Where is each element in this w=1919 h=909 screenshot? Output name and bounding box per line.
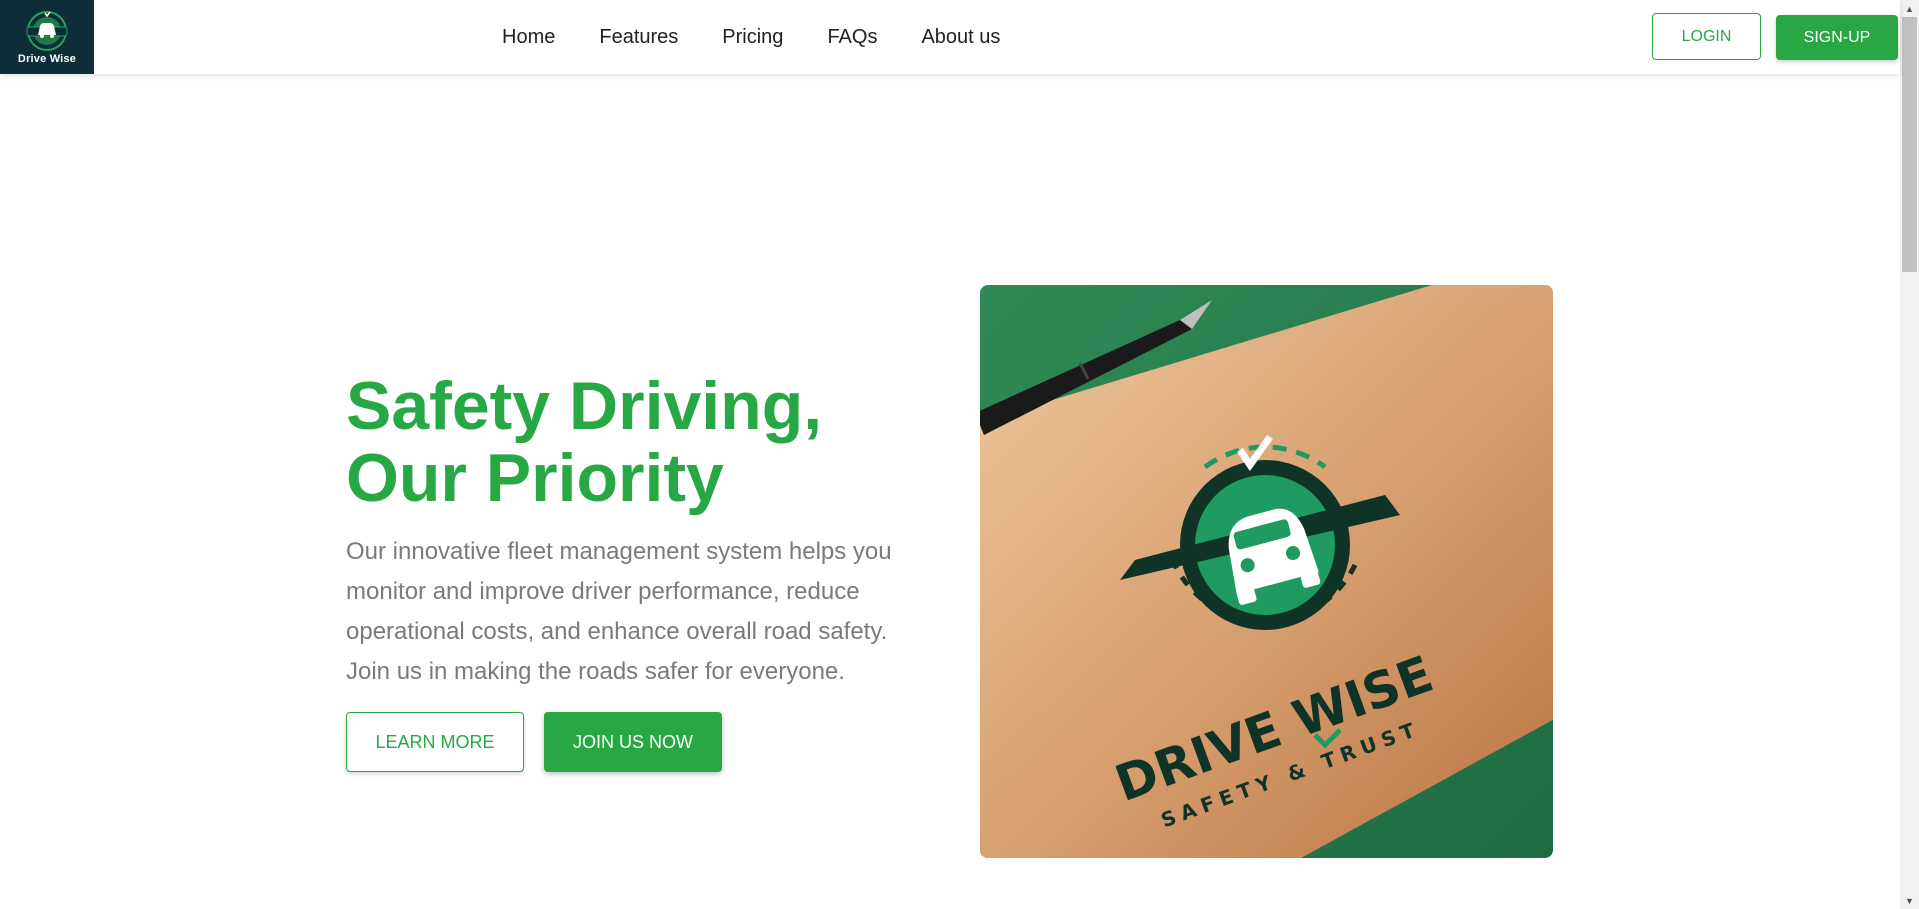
learn-more-button[interactable]: LEARN MORE: [346, 712, 524, 772]
nav-faqs[interactable]: FAQs: [827, 26, 877, 49]
nav-features[interactable]: Features: [599, 26, 678, 49]
login-button[interactable]: LOGIN: [1652, 13, 1761, 60]
brand-logo[interactable]: Drive Wise: [0, 0, 94, 74]
arrow-down-icon[interactable]: ▼: [1900, 892, 1919, 909]
nav-pricing[interactable]: Pricing: [722, 26, 783, 49]
hero-title-line-2: Our Priority: [346, 440, 724, 516]
hero-description: Our innovative fleet management system h…: [346, 538, 892, 685]
signup-button[interactable]: SIGN-UP: [1776, 15, 1898, 60]
arrow-up-icon[interactable]: ▲: [1900, 0, 1919, 17]
join-us-button[interactable]: JOIN US NOW: [544, 712, 722, 772]
car-badge-icon: [26, 11, 68, 51]
page-scrollbar[interactable]: ▲ ▼: [1900, 0, 1919, 909]
nav-about-us[interactable]: About us: [921, 26, 1000, 49]
navbar: Drive Wise Home Features Pricing FAQs Ab…: [0, 0, 1900, 74]
hero-title: Safety Driving, Our Priority: [346, 370, 906, 514]
brand-card-illustration: DRIVE WISE SAFETY & TRUST: [980, 285, 1553, 858]
hero-title-line-1: Safety Driving,: [346, 368, 823, 444]
nav-home[interactable]: Home: [502, 26, 555, 49]
main-nav: Home Features Pricing FAQs About us: [480, 0, 1022, 74]
hero-image: DRIVE WISE SAFETY & TRUST: [980, 285, 1553, 858]
scroll-thumb[interactable]: [1902, 17, 1917, 272]
logo-text: Drive Wise: [17, 53, 77, 65]
